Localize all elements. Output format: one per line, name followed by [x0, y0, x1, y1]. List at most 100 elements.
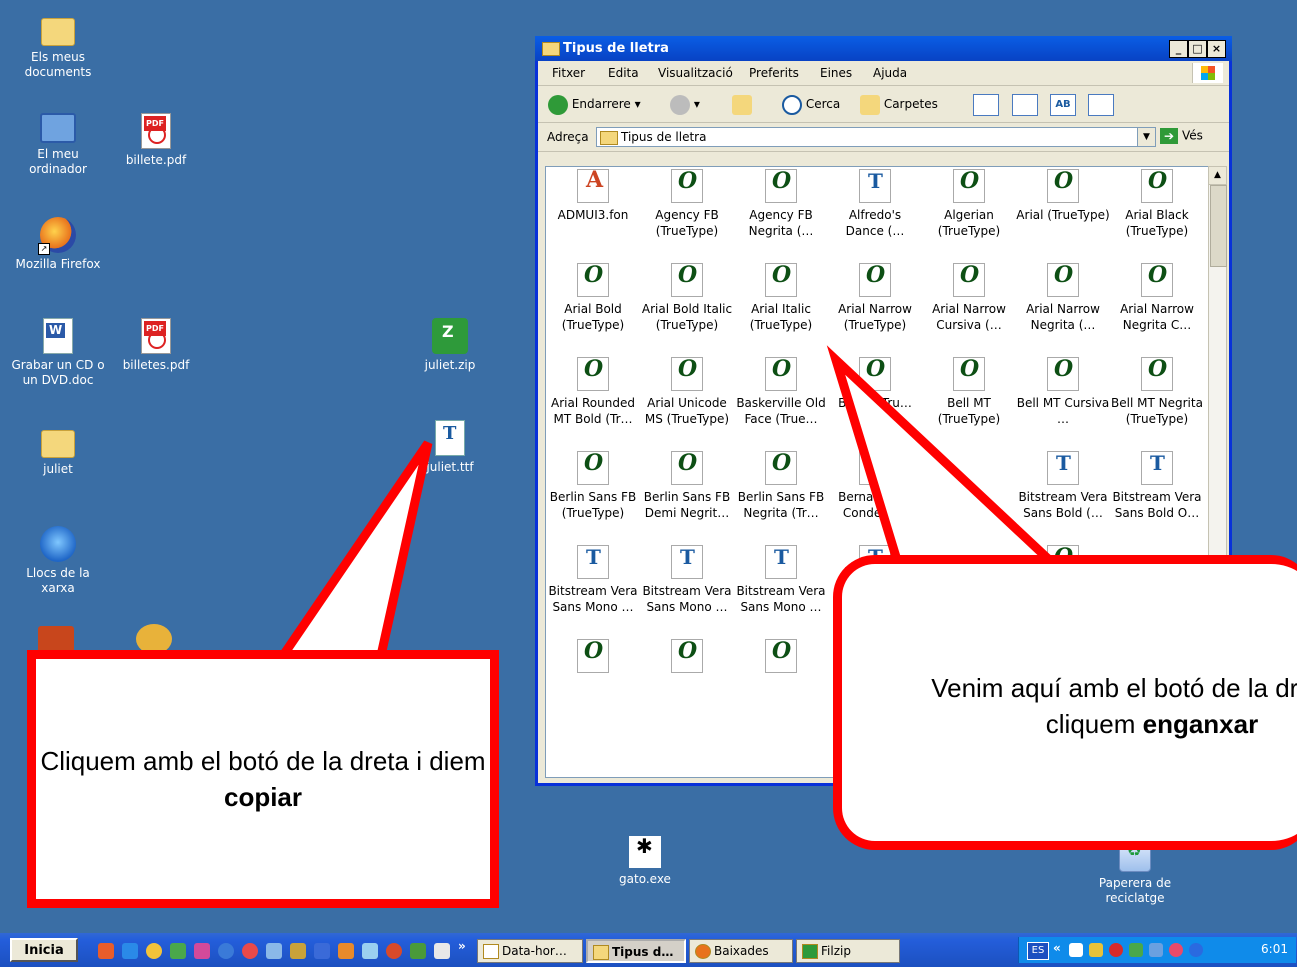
font-file-item[interactable]: Bitstream Vera Sans Mono …	[546, 543, 640, 615]
desktop-icon-firefox[interactable]: ↗ Mozilla Firefox	[10, 217, 106, 272]
font-file-item[interactable]: Bitstream Vera Sans Bold (…	[1016, 449, 1110, 521]
font-file-item[interactable]: Arial Black (TrueType)	[1110, 167, 1204, 239]
quicklaunch-player-icon[interactable]	[218, 943, 234, 959]
quicklaunch-app-icon[interactable]	[314, 943, 330, 959]
desktop-icon-gato-exe[interactable]: gato.exe	[597, 836, 693, 887]
tray-help-icon[interactable]	[1189, 943, 1203, 957]
font-file-item[interactable]: ADMUI3.fon	[546, 167, 640, 223]
go-button[interactable]: ➔ Vés	[1160, 128, 1203, 144]
desktop-icon-billete-pdf[interactable]: billete.pdf	[108, 113, 204, 168]
font-file-item[interactable]: Agency FB (TrueType)	[640, 167, 734, 239]
tray-expand-chevron-icon[interactable]: «	[1053, 941, 1061, 955]
font-file-item[interactable]: Arial Rounded MT Bold (Tr…	[546, 355, 640, 427]
view-large-icons-button[interactable]	[973, 94, 999, 116]
menu-favorites[interactable]: Preferits	[749, 66, 799, 80]
quicklaunch-app-icon[interactable]	[338, 943, 354, 959]
font-file-item[interactable]: Bitstream Vera Sans Mono …	[640, 543, 734, 615]
desktop-icon-juliet-ttf[interactable]: juliet.ttf	[402, 420, 498, 475]
menu-tools[interactable]: Eines	[820, 66, 852, 80]
font-file-item[interactable]: Arial Bold (TrueType)	[546, 261, 640, 333]
maximize-button[interactable]: □	[1188, 40, 1207, 58]
font-file-item[interactable]: Bell MT Negrita (TrueType)	[1110, 355, 1204, 427]
font-file-item[interactable]: Baskerville Old Face (True…	[734, 355, 828, 427]
desktop-icon-my-documents[interactable]: Els meus documents	[10, 12, 106, 80]
back-button[interactable]: Endarrere ▾	[548, 94, 641, 115]
font-file-item[interactable]: Arial Narrow Negrita (…	[1016, 261, 1110, 333]
font-file-label: Berlin Sans FB Demi Negrit…	[643, 490, 731, 520]
font-file-item[interactable]: Arial Narrow Negrita C…	[1110, 261, 1204, 333]
quicklaunch-app-icon[interactable]	[410, 943, 426, 959]
font-file-item[interactable]: Alfredo's Dance (…	[828, 167, 922, 239]
quicklaunch-app-icon[interactable]	[290, 943, 306, 959]
font-file-item[interactable]: Bell MT Cursiva …	[1016, 355, 1110, 427]
font-file-label: Agency FB (TrueType)	[655, 208, 719, 238]
search-button[interactable]: Cerca	[782, 94, 840, 115]
quicklaunch-messenger-icon[interactable]	[146, 943, 162, 959]
font-file-item[interactable]: Arial Italic (TrueType)	[734, 261, 828, 333]
start-button[interactable]: Inicia	[10, 938, 78, 962]
quicklaunch-app-icon[interactable]	[266, 943, 282, 959]
up-folder-button[interactable]	[732, 94, 752, 115]
forward-button[interactable]: ▾	[670, 94, 700, 115]
menu-view[interactable]: Visualització	[658, 66, 733, 80]
font-file-item[interactable]: Arial Narrow (TrueType)	[828, 261, 922, 333]
font-file-item[interactable]: Arial Narrow Cursiva (…	[922, 261, 1016, 333]
menu-edit[interactable]: Edita	[608, 66, 639, 80]
scroll-thumb[interactable]	[1210, 185, 1227, 267]
font-file-item[interactable]: Agency FB Negrita (…	[734, 167, 828, 239]
font-file-item[interactable]: Bitstream Vera Sans Bold O…	[1110, 449, 1204, 521]
font-file-item[interactable]: Arial Unicode MS (TrueType)	[640, 355, 734, 427]
taskbar-button-data-hora[interactable]: Data-hor…	[477, 939, 583, 963]
view-small-icons-button[interactable]	[1012, 94, 1038, 116]
tray-network-icon[interactable]	[1149, 943, 1163, 957]
close-button[interactable]: ×	[1207, 40, 1226, 58]
taskbar-button-tipus-de-lletra[interactable]: Tipus d…	[586, 939, 686, 963]
desktop-icon-grabar-doc[interactable]: Grabar un CD o un DVD.doc	[10, 318, 106, 388]
tray-icon[interactable]	[1169, 943, 1183, 957]
quicklaunch-overflow-chevron-icon[interactable]: »	[458, 939, 466, 953]
quicklaunch-app-icon[interactable]	[434, 943, 450, 959]
quicklaunch-people-icon[interactable]	[170, 943, 186, 959]
font-file-item[interactable]	[640, 637, 734, 677]
menu-file[interactable]: Fitxer	[552, 66, 585, 80]
font-file-item[interactable]	[546, 637, 640, 677]
quicklaunch-ie-icon[interactable]	[122, 943, 138, 959]
tray-icon[interactable]	[1089, 943, 1103, 957]
font-file-item[interactable]: Bitstream Vera Sans Mono …	[734, 543, 828, 615]
language-indicator[interactable]: ES	[1027, 942, 1049, 960]
tray-security-icon[interactable]	[1109, 943, 1123, 957]
minimize-button[interactable]: _	[1169, 40, 1188, 58]
quicklaunch-mail-icon[interactable]	[98, 943, 114, 959]
folders-button[interactable]: Carpetes	[860, 94, 938, 115]
view-details-button[interactable]	[1088, 94, 1114, 116]
menu-help[interactable]: Ajuda	[873, 66, 907, 80]
font-file-item[interactable]: Berlin Sans FB Demi Negrit…	[640, 449, 734, 521]
address-input[interactable]: Tipus de lletra	[596, 127, 1148, 147]
scroll-up-button[interactable]: ▲	[1209, 167, 1226, 185]
font-file-item[interactable]: Bau… (Tru…	[828, 355, 922, 411]
quicklaunch-app-icon[interactable]	[362, 943, 378, 959]
taskbar-button-filzip[interactable]: Filzip	[796, 939, 900, 963]
desktop-icon-billetes-pdf[interactable]: billetes.pdf	[108, 318, 204, 373]
font-file-item[interactable]: Bernard M… Condens…	[828, 449, 922, 521]
font-file-item[interactable]	[734, 637, 828, 677]
desktop-icon-my-computer[interactable]: El meu ordinador	[10, 113, 106, 177]
font-file-item[interactable]: Berlin Sans FB (TrueType)	[546, 449, 640, 521]
view-preview-button[interactable]: AB	[1050, 94, 1076, 116]
desktop-icon-juliet-zip[interactable]: juliet.zip	[402, 318, 498, 373]
font-file-item[interactable]: Bell MT (TrueType)	[922, 355, 1016, 427]
tray-icon[interactable]	[1129, 943, 1143, 957]
address-dropdown-button[interactable]: ▼	[1137, 127, 1156, 147]
tray-icon[interactable]	[1069, 943, 1083, 957]
desktop-icon-juliet-folder[interactable]: juliet	[10, 424, 106, 477]
font-file-item[interactable]: Arial (TrueType)	[1016, 167, 1110, 223]
font-file-item[interactable]: Arial Bold Italic (TrueType)	[640, 261, 734, 333]
quicklaunch-opera-icon[interactable]	[242, 943, 258, 959]
quicklaunch-firefox-icon[interactable]	[386, 943, 402, 959]
font-file-item[interactable]: Algerian (TrueType)	[922, 167, 1016, 239]
desktop-icon-network-places[interactable]: Llocs de la xarxa	[10, 526, 106, 596]
window-titlebar[interactable]: Tipus de lletra _ □ ×	[535, 36, 1232, 61]
quicklaunch-media-icon[interactable]	[194, 943, 210, 959]
taskbar-button-baixades[interactable]: Baixades	[689, 939, 793, 963]
font-file-item[interactable]: Berlin Sans FB Negrita (Tr…	[734, 449, 828, 521]
